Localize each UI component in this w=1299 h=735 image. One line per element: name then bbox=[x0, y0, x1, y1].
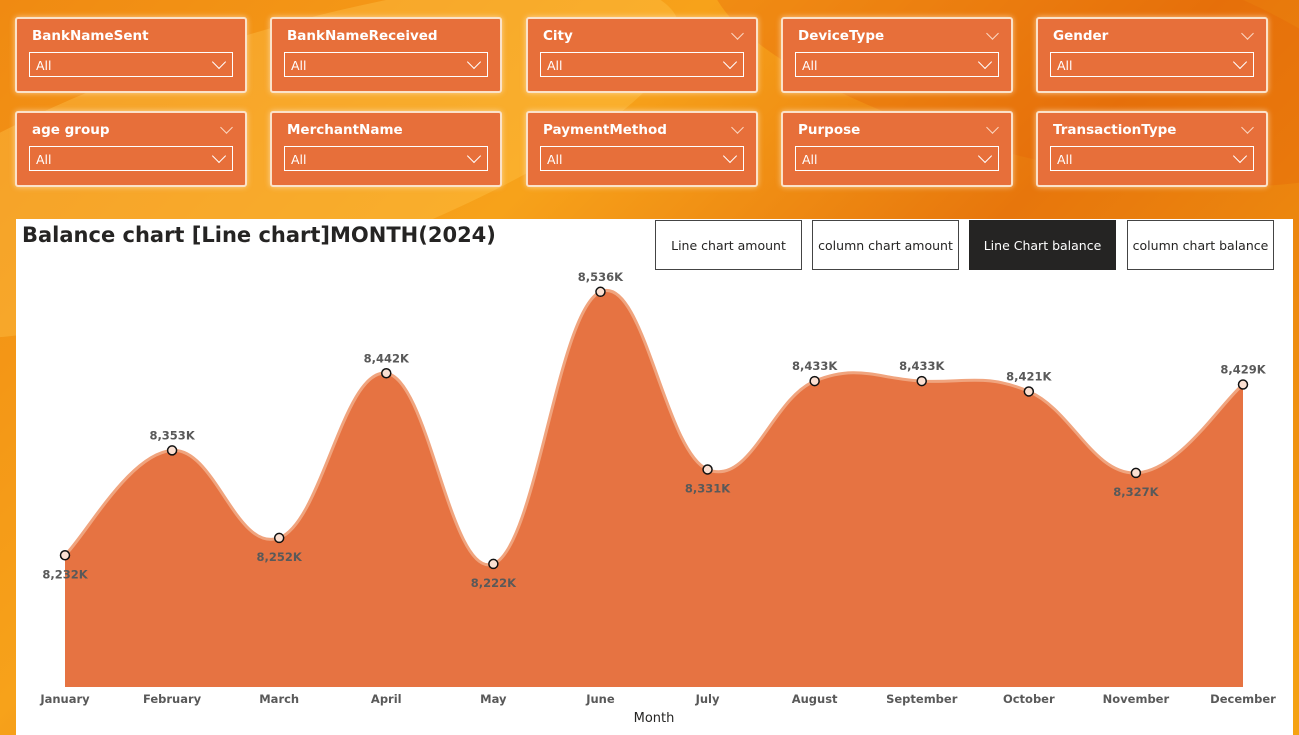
slicer-selected-value: All bbox=[802, 152, 818, 167]
slicer-title: BankNameSent bbox=[32, 28, 149, 44]
slicer-dropdown[interactable]: All bbox=[1050, 146, 1254, 171]
slicer-dropdown[interactable]: All bbox=[284, 52, 488, 77]
data-label: 8,429K bbox=[1220, 363, 1266, 377]
slicer-selected-value: All bbox=[1057, 152, 1073, 167]
chevron-down-icon[interactable] bbox=[731, 27, 744, 40]
x-tick-label: May bbox=[480, 692, 507, 706]
x-tick-label: February bbox=[143, 692, 202, 706]
data-point-may[interactable] bbox=[488, 558, 499, 570]
slicer-dropdown[interactable]: All bbox=[795, 146, 999, 171]
data-label: 8,433K bbox=[792, 359, 838, 373]
slicer-selected-value: All bbox=[291, 152, 307, 167]
slicer-selected-value: All bbox=[36, 152, 52, 167]
slicer-age-group: age group All bbox=[15, 111, 247, 187]
slicer-title: City bbox=[543, 28, 573, 44]
x-tick-label: August bbox=[792, 692, 838, 706]
chevron-down-icon[interactable] bbox=[731, 121, 744, 134]
data-label: 8,421K bbox=[1006, 369, 1052, 383]
data-label: 8,232K bbox=[42, 567, 88, 581]
slicer-dropdown[interactable]: All bbox=[540, 146, 744, 171]
data-point-november[interactable] bbox=[1130, 467, 1142, 479]
slicer-title: TransactionType bbox=[1053, 122, 1177, 138]
slicer-title: BankNameReceived bbox=[287, 28, 438, 44]
slicer-dropdown[interactable]: All bbox=[795, 52, 999, 77]
slicer-banknamesent: BankNameSent All bbox=[15, 17, 247, 93]
x-tick-label: November bbox=[1103, 692, 1170, 706]
x-tick-label: July bbox=[695, 692, 720, 706]
chevron-down-icon[interactable] bbox=[1241, 121, 1254, 134]
x-tick-label: March bbox=[259, 692, 299, 706]
slicer-title: age group bbox=[32, 122, 110, 138]
data-point-august[interactable] bbox=[809, 375, 820, 387]
slicer-selected-value: All bbox=[547, 58, 563, 73]
chevron-down-icon bbox=[977, 148, 993, 164]
chevron-down-icon bbox=[722, 54, 738, 70]
slicer-dropdown[interactable]: All bbox=[284, 146, 488, 171]
chevron-down-icon[interactable] bbox=[1241, 27, 1254, 40]
x-tick-label: June bbox=[585, 692, 615, 706]
slicer-transactiontype: TransactionType All bbox=[1036, 111, 1268, 187]
data-point-june[interactable] bbox=[595, 286, 606, 298]
chevron-down-icon[interactable] bbox=[986, 121, 999, 134]
data-point-february[interactable] bbox=[166, 445, 178, 456]
chevron-down-icon bbox=[1232, 54, 1248, 70]
balance-chart-panel: Balance chart [Line chart]MONTH(2024) Li… bbox=[16, 219, 1293, 735]
data-label: 8,442K bbox=[364, 351, 410, 365]
slicer-title: MerchantName bbox=[287, 122, 403, 138]
data-point-march[interactable] bbox=[273, 532, 285, 544]
data-label: 8,331K bbox=[685, 481, 731, 495]
slicer-selected-value: All bbox=[1057, 58, 1073, 73]
data-point-july[interactable] bbox=[702, 464, 713, 475]
slicer-purpose: Purpose All bbox=[781, 111, 1013, 187]
data-point-october[interactable] bbox=[1023, 386, 1035, 397]
data-label: 8,433K bbox=[899, 359, 945, 373]
data-label: 8,353K bbox=[149, 428, 195, 442]
chevron-down-icon bbox=[466, 148, 482, 164]
slicer-selected-value: All bbox=[36, 58, 52, 73]
data-point-december[interactable] bbox=[1237, 379, 1249, 390]
data-label: 8,222K bbox=[471, 576, 517, 590]
x-tick-label: April bbox=[371, 692, 402, 706]
slicer-title: DeviceType bbox=[798, 28, 885, 44]
chevron-down-icon[interactable] bbox=[986, 27, 999, 40]
data-label: 8,327K bbox=[1113, 485, 1159, 499]
data-point-september[interactable] bbox=[916, 375, 927, 387]
balance-line-chart: 8,232K January 8,353K February 8,252K March 8,… bbox=[39, 270, 1276, 726]
balance-area bbox=[65, 290, 1243, 687]
chevron-down-icon bbox=[722, 148, 738, 164]
slicer-title: Gender bbox=[1053, 28, 1109, 44]
x-tick-label: September bbox=[886, 692, 958, 706]
chevron-down-icon bbox=[1232, 148, 1248, 164]
slicer-selected-value: All bbox=[291, 58, 307, 73]
slicer-selected-value: All bbox=[547, 152, 563, 167]
x-tick-label: October bbox=[1003, 692, 1055, 706]
chevron-down-icon bbox=[211, 54, 227, 70]
chevron-down-icon bbox=[977, 54, 993, 70]
slicer-dropdown[interactable]: All bbox=[540, 52, 744, 77]
slicer-banknamereceived: BankNameReceived All bbox=[270, 17, 502, 93]
slicer-dropdown[interactable]: All bbox=[29, 52, 233, 77]
chevron-down-icon bbox=[466, 54, 482, 70]
data-label: 8,536K bbox=[578, 270, 624, 284]
slicer-city: City All bbox=[526, 17, 758, 93]
chevron-down-icon bbox=[211, 148, 227, 164]
slicer-merchantname: MerchantName All bbox=[270, 111, 502, 187]
x-tick-label: December bbox=[1210, 692, 1276, 706]
slicer-title: PaymentMethod bbox=[543, 122, 667, 138]
data-point-april[interactable] bbox=[381, 368, 392, 379]
slicer-title: Purpose bbox=[798, 122, 861, 138]
chevron-down-icon[interactable] bbox=[220, 121, 233, 134]
slicer-dropdown[interactable]: All bbox=[1050, 52, 1254, 77]
slicer-gender: Gender All bbox=[1036, 17, 1268, 93]
slicer-devicetype: DeviceType All bbox=[781, 17, 1013, 93]
data-point-january[interactable] bbox=[59, 550, 71, 561]
slicer-paymentmethod: PaymentMethod All bbox=[526, 111, 758, 187]
x-tick-label: January bbox=[39, 692, 90, 706]
slicer-selected-value: All bbox=[802, 58, 818, 73]
data-label: 8,252K bbox=[257, 550, 303, 564]
slicer-dropdown[interactable]: All bbox=[29, 146, 233, 171]
x-axis-title: Month bbox=[634, 711, 675, 726]
